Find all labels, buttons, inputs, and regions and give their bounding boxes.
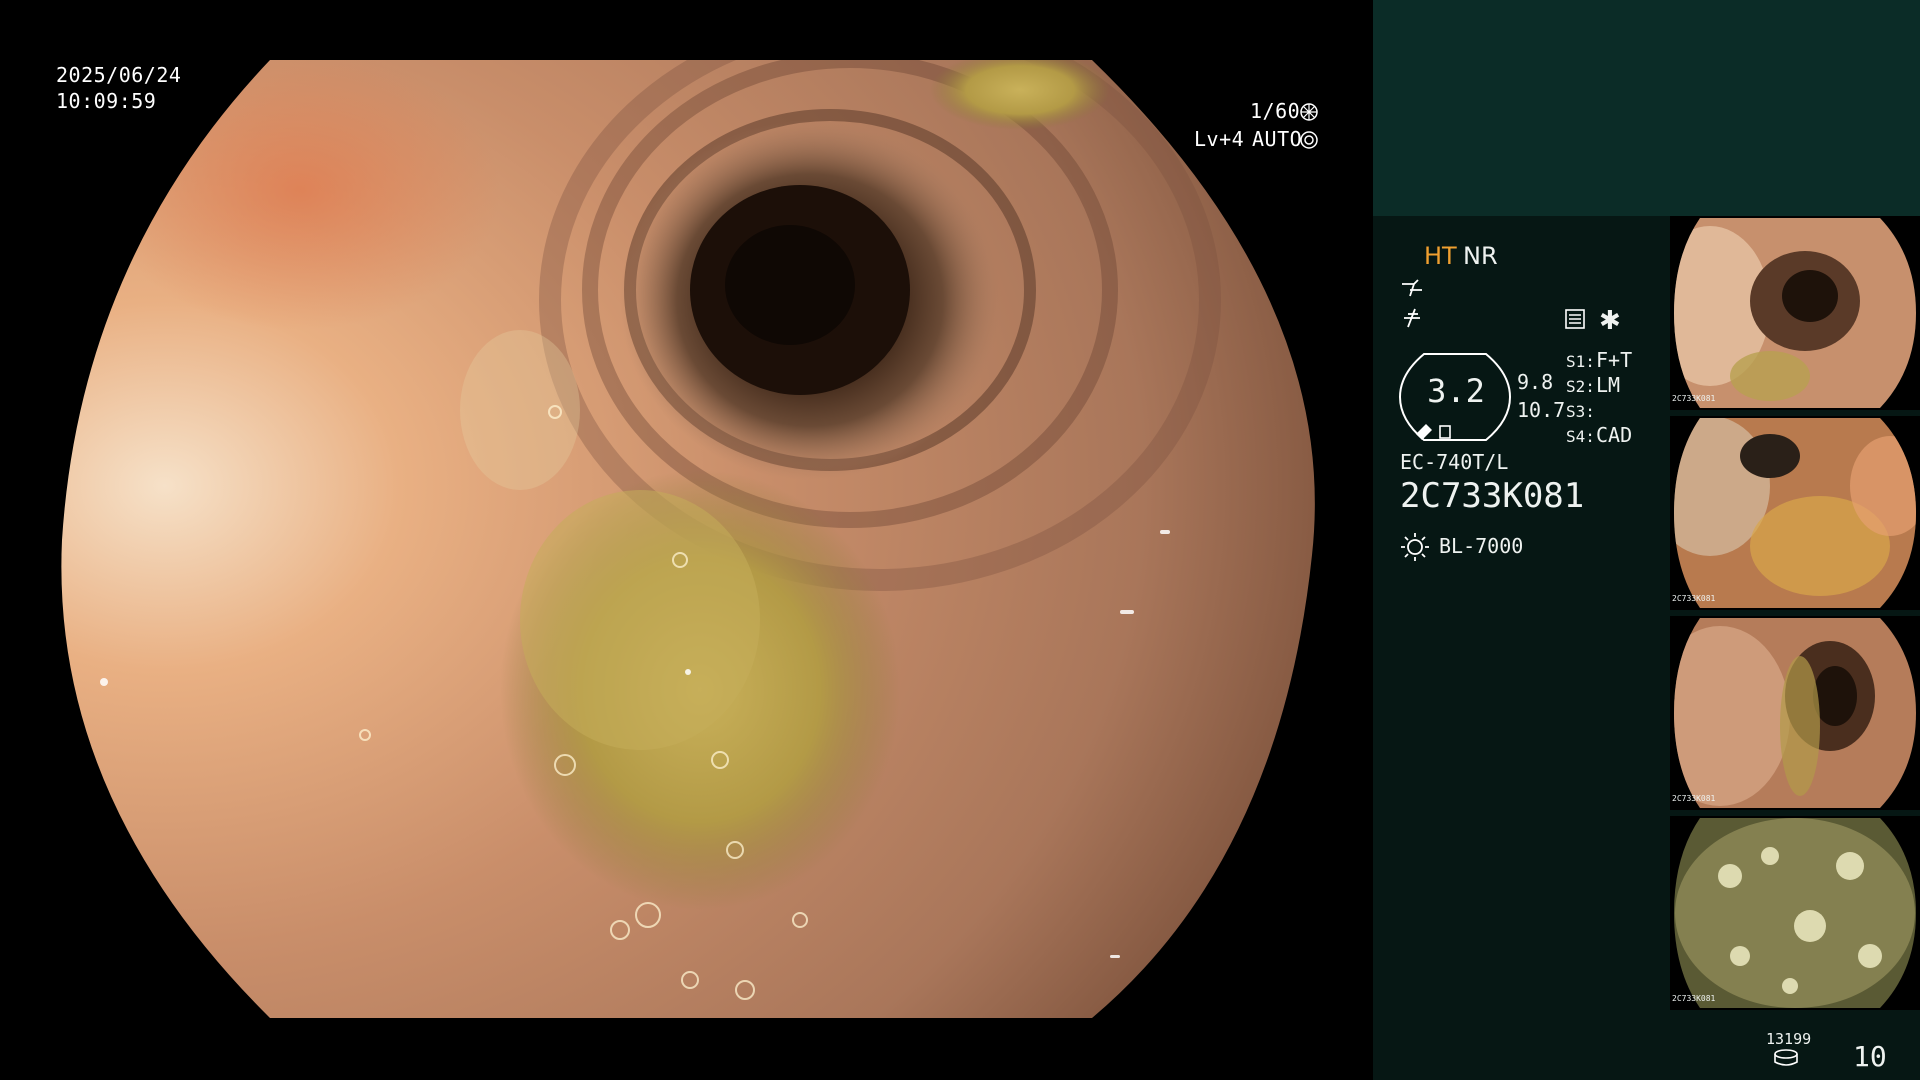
scope-serial: 2C733K081 xyxy=(1400,476,1585,516)
contrast-icon xyxy=(1404,308,1420,328)
scope-model: EC-740T/L xyxy=(1400,450,1509,474)
switch-label-s4: S4: xyxy=(1566,427,1595,446)
date-readout: 2025/06/24 xyxy=(56,63,182,87)
switch-label-s3: S3: xyxy=(1566,402,1595,421)
switch-label-s1: S1: xyxy=(1566,352,1595,371)
ht-mode-label: HT xyxy=(1424,242,1457,270)
captured-image-count: 10 xyxy=(1853,1040,1887,1073)
switch-label-s2: S2: xyxy=(1566,377,1595,396)
thumbnail-image xyxy=(1674,618,1916,808)
storage-disk-icon xyxy=(1774,1049,1798,1066)
switch-value-s1: F+T xyxy=(1596,348,1633,372)
thumbnail-caption: 2C733K081 xyxy=(1672,394,1716,403)
endoscopic-image xyxy=(61,60,1315,1018)
switch-value-s4: CAD xyxy=(1596,423,1633,447)
nr-mode-label: NR xyxy=(1463,242,1498,270)
light-source-icon xyxy=(1401,533,1429,561)
dial-value: 3.2 xyxy=(1427,372,1485,410)
switch-value-s2: LM xyxy=(1596,373,1621,397)
image-settings-icon xyxy=(1565,309,1585,329)
thumbnail-caption: 2C733K081 xyxy=(1672,994,1716,1003)
iris-icon xyxy=(1300,131,1318,149)
storage-count: 13199 xyxy=(1766,1030,1812,1048)
time-readout: 10:09:59 xyxy=(56,89,157,113)
thumbnail-caption: 2C733K081 xyxy=(1672,594,1716,603)
panel-header-block xyxy=(1373,0,1920,216)
thumbnail-image xyxy=(1674,418,1916,608)
auto-iris-readout: AUTO xyxy=(1252,127,1303,151)
capture-thumbnail[interactable]: 2C733K081 xyxy=(1670,216,1920,410)
capture-thumbnail[interactable]: 2C733K081 xyxy=(1670,816,1920,1010)
shutter-icon xyxy=(1300,103,1318,121)
light-source-model: BL-7000 xyxy=(1439,534,1524,558)
asterisk-marker: ✱ xyxy=(1599,306,1621,336)
endoscope-live-view: 2025/06/24 10:09:59 1/60 Lv+4 AUTO xyxy=(0,0,1373,1080)
dial-lower-value: 10.7 xyxy=(1517,398,1566,422)
structure-enhance-icon xyxy=(1402,279,1422,297)
brightness-level-readout: Lv+4 xyxy=(1194,127,1245,151)
shutter-readout: 1/60 xyxy=(1250,99,1301,123)
info-panel: HT NR ✱ 3.2 9.8 10.7 S1: F+T S2: LM S3: … xyxy=(1373,0,1920,1080)
capture-thumbnail[interactable]: 2C733K081 xyxy=(1670,416,1920,610)
thumbnail-image xyxy=(1674,218,1916,408)
dial-upper-value: 9.8 xyxy=(1517,370,1554,394)
thumbnail-image xyxy=(1674,818,1916,1008)
capture-thumbnail[interactable]: 2C733K081 xyxy=(1670,616,1920,810)
thumbnail-caption: 2C733K081 xyxy=(1672,794,1716,803)
